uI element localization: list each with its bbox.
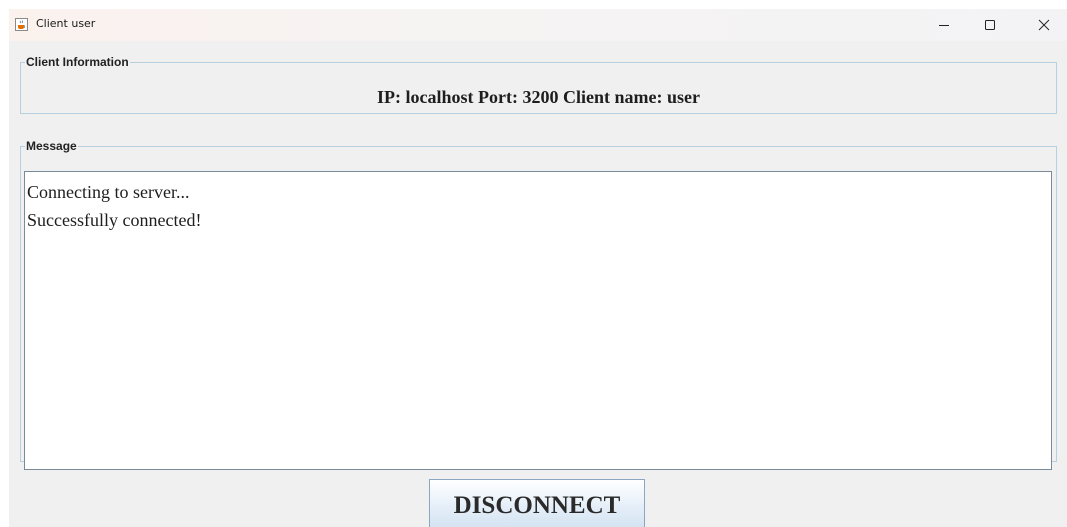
java-coffee-icon bbox=[15, 18, 28, 31]
message-panel: Message Connecting to server... Successf… bbox=[20, 139, 1057, 470]
maximize-icon bbox=[985, 20, 995, 30]
message-legend: Message bbox=[26, 139, 77, 153]
message-line: Connecting to server... bbox=[27, 182, 190, 202]
client-window: Client user Client Information IP: local… bbox=[9, 9, 1067, 527]
maximize-button[interactable] bbox=[967, 9, 1013, 41]
client-info-text: IP: localhost Port: 3200 Client name: us… bbox=[377, 87, 700, 107]
close-icon bbox=[1038, 19, 1050, 31]
client-information-panel: Client Information IP: localhost Port: 3… bbox=[20, 55, 1057, 114]
window-title: Client user bbox=[36, 17, 96, 30]
minimize-icon bbox=[939, 25, 949, 26]
client-information-legend: Client Information bbox=[26, 55, 129, 69]
minimize-button[interactable] bbox=[921, 9, 967, 41]
title-bar[interactable]: Client user bbox=[9, 9, 1067, 41]
message-log-area[interactable]: Connecting to server... Successfully con… bbox=[24, 171, 1052, 470]
message-line: Successfully connected! bbox=[27, 210, 202, 230]
close-button[interactable] bbox=[1021, 9, 1067, 41]
disconnect-button[interactable]: DISCONNECT bbox=[429, 479, 645, 527]
